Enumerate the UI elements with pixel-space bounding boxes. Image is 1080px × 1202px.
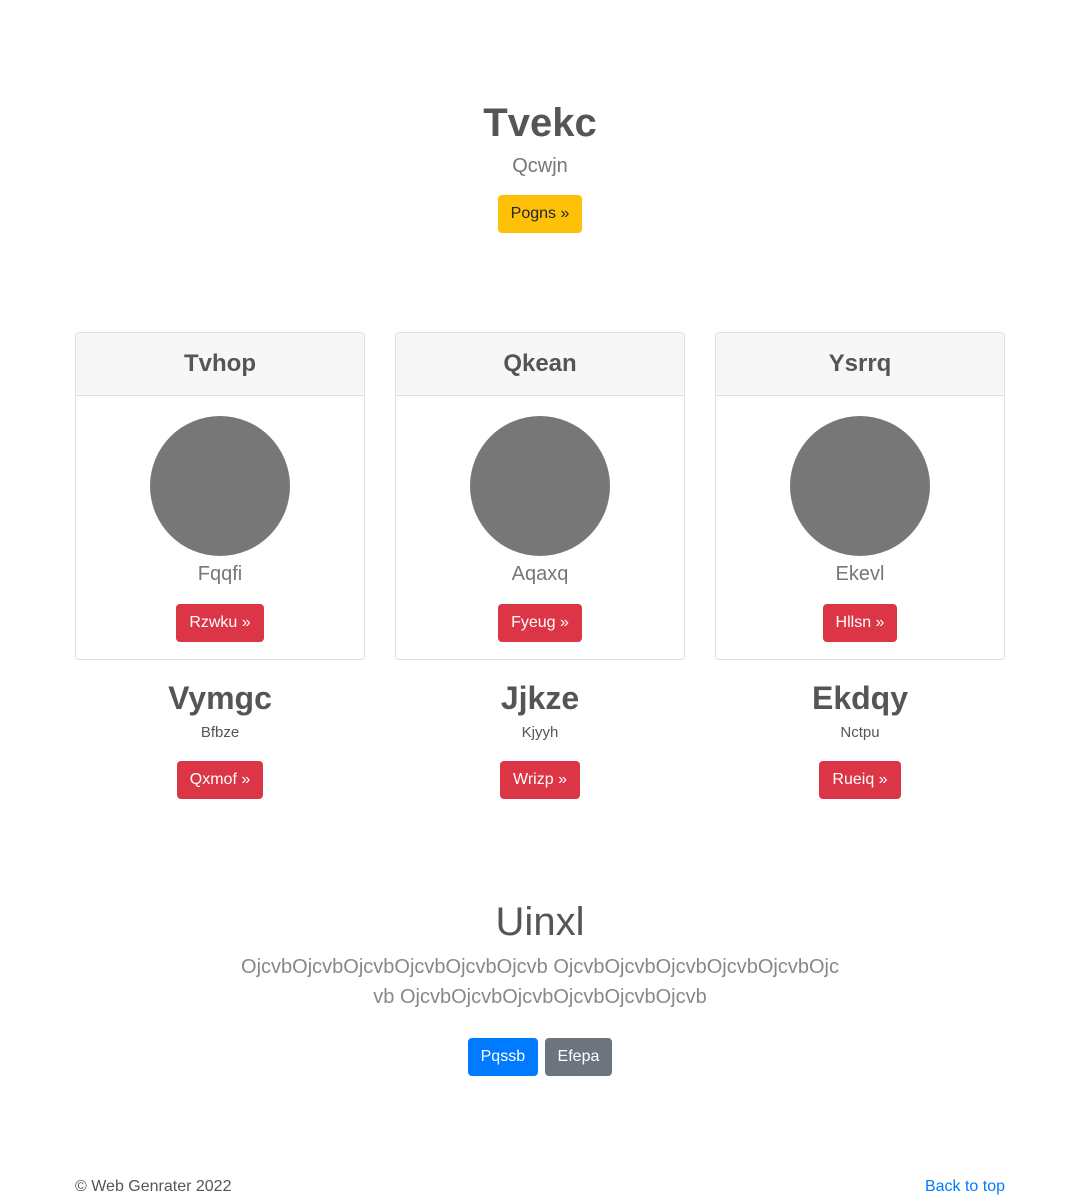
promo-title: Uinxl bbox=[495, 900, 585, 944]
promo-buttons: Pqssb Efepa bbox=[0, 1038, 1080, 1076]
feature-text: Nctpu bbox=[840, 724, 880, 741]
avatar-placeholder bbox=[150, 416, 290, 556]
hero-title: Tvekc bbox=[483, 101, 597, 145]
avatar-placeholder bbox=[790, 416, 930, 556]
footer-copyright: © Web Genrater 2022 bbox=[75, 1178, 232, 1195]
card-header-title: Qkean bbox=[503, 350, 577, 377]
card-feature: Ekdqy Nctpu Rueiq » bbox=[715, 678, 1005, 799]
promo-lead: OjcvbOjcvbOjcvbOjcvbOjcvbOjcvb OjcvbOjcv… bbox=[241, 956, 839, 1008]
card-body: Fqqfi Rzwku » bbox=[76, 396, 364, 642]
hero-button[interactable]: Pogns » bbox=[497, 195, 583, 233]
back-to-top-link[interactable]: Back to top bbox=[925, 1178, 1005, 1196]
card-button[interactable]: Hllsn » bbox=[822, 604, 898, 642]
feature-button[interactable]: Rueiq » bbox=[819, 761, 901, 799]
hero-subtitle: Qcwjn bbox=[512, 155, 568, 177]
card-button[interactable]: Rzwku » bbox=[176, 604, 264, 642]
card-column: Tvhop Fqqfi Rzwku » Vymgc Bfbze Qxmof » bbox=[75, 332, 365, 799]
card-feature: Jjkze Kjyyh Wrizp » bbox=[395, 678, 685, 799]
card-body: Ekevl Hllsn » bbox=[716, 396, 1004, 642]
feature-text: Kjyyh bbox=[521, 724, 559, 741]
cards-row: Tvhop Fqqfi Rzwku » Vymgc Bfbze Qxmof » … bbox=[75, 332, 1005, 799]
feature-title: Jjkze bbox=[500, 680, 580, 716]
hero-section: Tvekc Qcwjn Pogns » bbox=[0, 96, 1080, 233]
card-feature: Vymgc Bfbze Qxmof » bbox=[75, 678, 365, 799]
avatar-placeholder bbox=[470, 416, 610, 556]
card: Qkean Aqaxq Fyeug » bbox=[395, 332, 685, 660]
card-header: Qkean bbox=[396, 333, 684, 396]
card-header: Ysrrq bbox=[716, 333, 1004, 396]
card-header-title: Ysrrq bbox=[828, 350, 892, 377]
card-caption: Fqqfi bbox=[197, 563, 243, 585]
promo-primary-button[interactable]: Pqssb bbox=[467, 1038, 539, 1076]
feature-text: Bfbze bbox=[200, 724, 240, 741]
card: Ysrrq Ekevl Hllsn » bbox=[715, 332, 1005, 660]
card-caption: Aqaxq bbox=[511, 563, 569, 585]
promo-section: Uinxl OjcvbOjcvbOjcvbOjcvbOjcvbOjcvb Ojc… bbox=[0, 896, 1080, 1076]
promo-secondary-button[interactable]: Efepa bbox=[544, 1038, 613, 1076]
footer: © Web Genrater 2022 Back to top bbox=[75, 1178, 1005, 1196]
card-body: Aqaxq Fyeug » bbox=[396, 396, 684, 642]
feature-button[interactable]: Wrizp » bbox=[500, 761, 580, 799]
card-column: Qkean Aqaxq Fyeug » Jjkze Kjyyh Wrizp » bbox=[395, 332, 685, 799]
card-caption: Ekevl bbox=[835, 563, 885, 585]
feature-title: Vymgc bbox=[168, 680, 272, 716]
card: Tvhop Fqqfi Rzwku » bbox=[75, 332, 365, 660]
card-header: Tvhop bbox=[76, 333, 364, 396]
feature-button[interactable]: Qxmof » bbox=[176, 761, 264, 799]
card-column: Ysrrq Ekevl Hllsn » Ekdqy Nctpu Rueiq » bbox=[715, 332, 1005, 799]
card-button[interactable]: Fyeug » bbox=[498, 604, 582, 642]
feature-title: Ekdqy bbox=[811, 680, 909, 716]
card-header-title: Tvhop bbox=[184, 350, 256, 377]
